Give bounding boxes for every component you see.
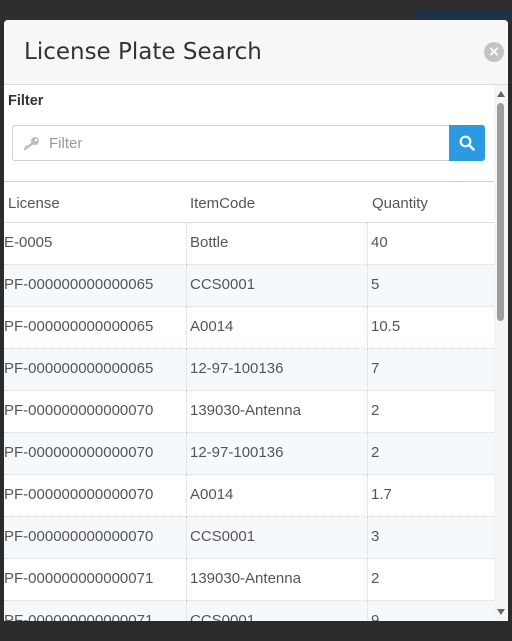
cell-itemcode-text: CCS0001 <box>190 612 256 621</box>
cell-itemcode: CCS0001 <box>186 601 367 621</box>
cell-license-text: PF-000000000000065 <box>4 276 154 293</box>
background-app-header <box>0 0 512 23</box>
cell-quantity-text: 9 <box>371 612 380 621</box>
cell-itemcode: CCS0001 <box>186 265 367 307</box>
cell-quantity: 3 <box>367 517 494 559</box>
cell-itemcode-text: 12-97-100136 <box>190 444 284 461</box>
cell-license: PF-000000000000071 <box>4 559 185 601</box>
modal-title: License Plate Search <box>24 39 262 65</box>
scroll-down-arrow-icon[interactable] <box>497 609 505 615</box>
cell-itemcode-text: CCS0001 <box>190 276 256 293</box>
table-row[interactable]: E-0005 Bottle 40 <box>4 223 494 265</box>
grid-header: License ItemCode Quantity <box>4 182 494 223</box>
cell-license: E-0005 <box>4 223 185 265</box>
cell-itemcode: 139030-Antenna <box>186 391 367 433</box>
table-row[interactable]: PF-000000000000070 12-97-100136 2 <box>4 433 494 475</box>
cell-itemcode-text: CCS0001 <box>190 528 256 545</box>
table-row[interactable]: PF-000000000000070 CCS0001 3 <box>4 517 494 559</box>
close-button[interactable]: × <box>484 42 504 62</box>
table-row[interactable]: PF-000000000000065 A0014 10.5 <box>4 307 494 349</box>
filter-label: Filter <box>8 93 44 109</box>
license-plate-search-modal: License Plate Search × Filter Filter Lic… <box>4 20 508 621</box>
cell-quantity-text: 2 <box>371 570 380 587</box>
cell-itemcode: 12-97-100136 <box>186 349 367 391</box>
scrollbar-thumb[interactable] <box>497 103 504 321</box>
cell-license: PF-000000000000070 <box>4 433 185 475</box>
search-icon <box>459 135 475 151</box>
column-header-license[interactable]: License <box>8 195 60 212</box>
search-button[interactable] <box>449 125 485 161</box>
cell-license-text: E-0005 <box>4 234 53 251</box>
table-row[interactable]: PF-000000000000071 139030-Antenna 2 <box>4 559 494 601</box>
cell-quantity: 9 <box>367 601 494 621</box>
modal-header: License Plate Search × <box>4 20 508 85</box>
grid-rows: E-0005 Bottle 40 PF-000000000000065 CCS0001 5… <box>4 223 494 621</box>
cell-license: PF-000000000000065 <box>4 265 185 307</box>
cell-license: PF-000000000000065 <box>4 349 185 391</box>
scroll-up-arrow-icon[interactable] <box>497 91 505 97</box>
cell-license-text: PF-000000000000070 <box>4 528 154 545</box>
cell-quantity-text: 1.7 <box>371 486 392 503</box>
cell-itemcode: A0014 <box>186 307 367 349</box>
cell-quantity-text: 7 <box>371 360 380 377</box>
column-header-quantity[interactable]: Quantity <box>372 195 428 212</box>
cell-quantity-text: 5 <box>371 276 380 293</box>
cell-license-text: PF-000000000000070 <box>4 486 154 503</box>
cell-quantity: 7 <box>367 349 494 391</box>
cell-itemcode-text: A0014 <box>190 318 234 335</box>
background-footer <box>0 621 512 641</box>
cell-itemcode-text: 139030-Antenna <box>190 402 301 419</box>
cell-quantity: 2 <box>367 433 494 475</box>
table-row[interactable]: PF-000000000000065 12-97-100136 7 <box>4 349 494 391</box>
key-icon <box>23 137 39 150</box>
cell-quantity-text: 10.5 <box>371 318 401 335</box>
cell-quantity-text: 40 <box>371 234 388 251</box>
cell-license: PF-000000000000070 <box>4 517 185 559</box>
cell-itemcode: 12-97-100136 <box>186 433 367 475</box>
modal-body: Filter License <box>4 85 508 621</box>
cell-quantity: 2 <box>367 391 494 433</box>
license-plate-grid: License ItemCode Quantity E-0005 Bottle 40… <box>4 182 494 621</box>
table-row[interactable]: PF-000000000000070 A0014 1.7 <box>4 475 494 517</box>
cell-itemcode: CCS0001 <box>186 517 367 559</box>
cell-itemcode-text: A0014 <box>190 486 234 503</box>
table-row[interactable]: PF-000000000000070 139030-Antenna 2 <box>4 391 494 433</box>
table-row[interactable]: PF-000000000000065 CCS0001 5 <box>4 265 494 307</box>
cell-license-text: PF-000000000000070 <box>4 444 154 461</box>
cell-license-text: PF-000000000000065 <box>4 318 154 335</box>
cell-quantity-text: 2 <box>371 444 380 461</box>
cell-itemcode-text: Bottle <box>190 234 229 251</box>
cell-quantity-text: 2 <box>371 402 380 419</box>
cell-itemcode-text: 139030-Antenna <box>190 570 301 587</box>
filter-field <box>12 125 450 161</box>
filter-group <box>12 125 485 161</box>
cell-license-text: PF-000000000000071 <box>4 612 154 621</box>
background-logo <box>24 8 46 20</box>
cell-quantity: 40 <box>367 223 494 265</box>
cell-itemcode-text: 12-97-100136 <box>190 360 284 377</box>
close-icon: × <box>488 44 500 60</box>
cell-itemcode: Bottle <box>186 223 367 265</box>
cell-quantity: 2 <box>367 559 494 601</box>
cell-itemcode: A0014 <box>186 475 367 517</box>
cell-itemcode: 139030-Antenna <box>186 559 367 601</box>
column-header-itemcode[interactable]: ItemCode <box>190 195 255 212</box>
cell-license-text: PF-000000000000071 <box>4 570 154 587</box>
cell-license: PF-000000000000071 <box>4 601 185 621</box>
cell-quantity-text: 3 <box>371 528 380 545</box>
filter-input[interactable] <box>49 126 447 160</box>
cell-quantity: 1.7 <box>367 475 494 517</box>
cell-license-text: PF-000000000000065 <box>4 360 154 377</box>
cell-license: PF-000000000000065 <box>4 307 185 349</box>
cell-license-text: PF-000000000000070 <box>4 402 154 419</box>
table-row[interactable]: PF-000000000000071 CCS0001 9 <box>4 601 494 621</box>
cell-quantity: 10.5 <box>367 307 494 349</box>
cell-quantity: 5 <box>367 265 494 307</box>
cell-license: PF-000000000000070 <box>4 475 185 517</box>
cell-license: PF-000000000000070 <box>4 391 185 433</box>
scrollbar[interactable] <box>494 85 508 621</box>
